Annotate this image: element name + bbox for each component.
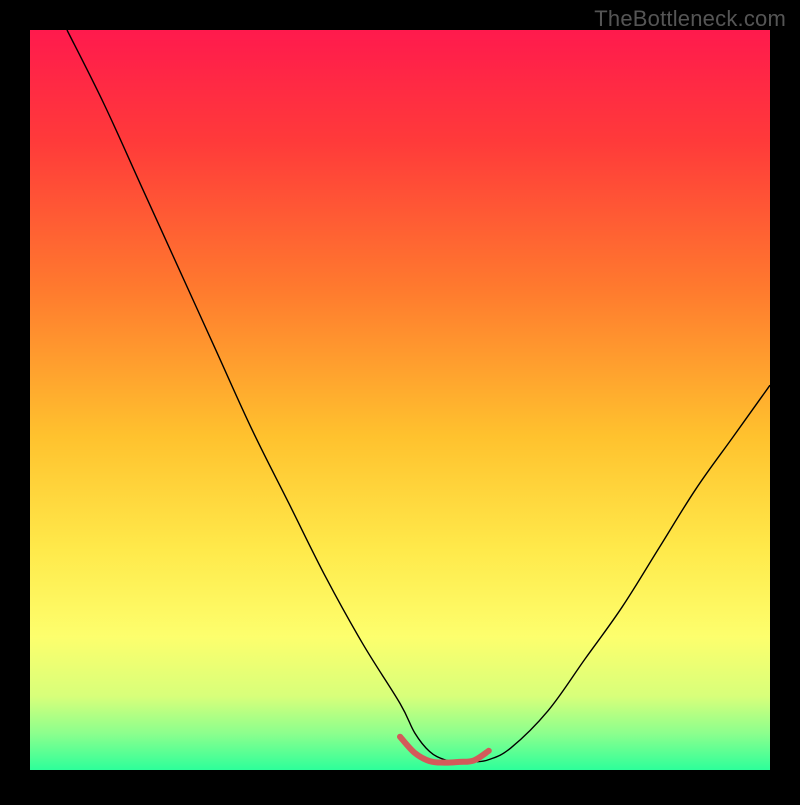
gradient-background <box>30 30 770 770</box>
chart-svg <box>0 0 800 800</box>
watermark-text: TheBottleneck.com <box>594 6 786 32</box>
bottleneck-chart <box>0 0 800 800</box>
